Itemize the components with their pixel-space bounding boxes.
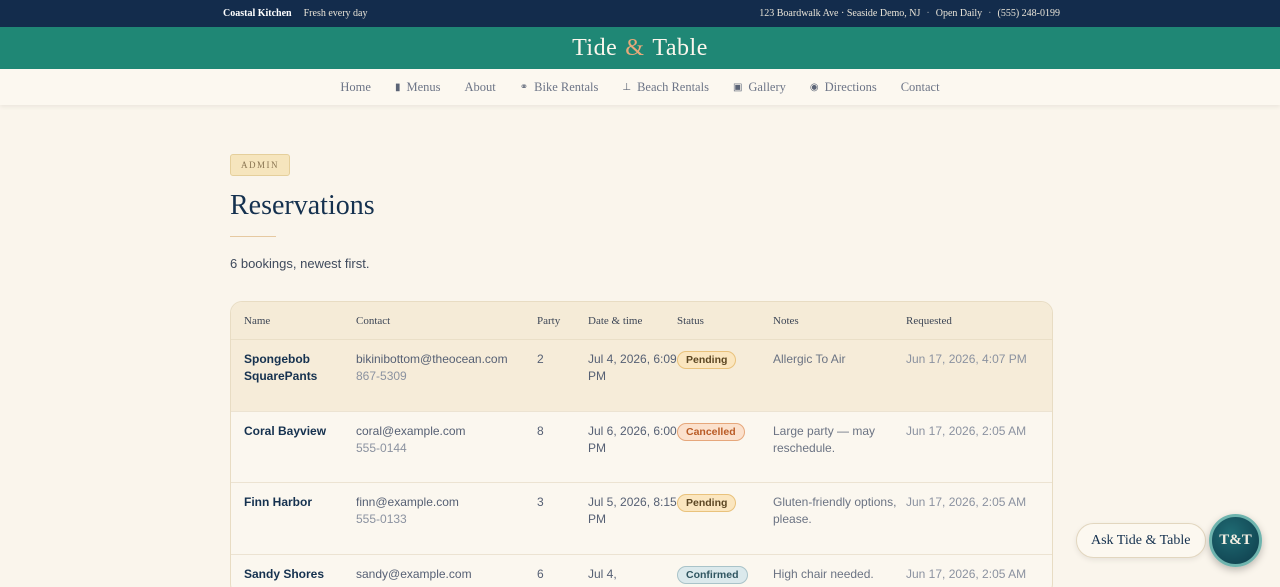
header-party: Party bbox=[537, 314, 561, 327]
nav-label: Gallery bbox=[748, 79, 786, 94]
header-status: Status bbox=[677, 314, 704, 327]
main-nav: Home ▮ Menus About ⚭ Bike Rentals ⊥ Beach R… bbox=[0, 69, 1280, 105]
table-row[interactable]: Sandy Shores sandy@example.com 6 Jul 4, … bbox=[231, 555, 1052, 587]
title-divider bbox=[230, 236, 276, 237]
cell-party: 2 bbox=[537, 352, 544, 366]
cell-date: Jul 4, 2026, 6:09 PM bbox=[588, 352, 677, 383]
cell-requested: Jun 17, 2026, 4:07 PM bbox=[906, 352, 1027, 366]
image-icon: ▣ bbox=[732, 81, 743, 93]
nav-bike-rentals[interactable]: ⚭ Bike Rentals bbox=[520, 80, 599, 95]
bike-icon: ⚭ bbox=[519, 81, 529, 93]
nav-label: About bbox=[464, 79, 496, 94]
header-date: Date & time bbox=[588, 314, 643, 327]
site-logo-banner[interactable]: Tide & Table bbox=[0, 27, 1280, 69]
cell-phone: 555-0144 bbox=[356, 441, 407, 455]
cell-phone: 867-5309 bbox=[356, 369, 407, 383]
address: 123 Boardwalk Ave · Seaside Demo, NJ bbox=[759, 8, 921, 19]
cell-name: Finn Harbor bbox=[244, 495, 312, 509]
ask-assistant-button[interactable]: Ask Tide & Table bbox=[1076, 523, 1206, 558]
nav-contact[interactable]: Contact bbox=[901, 80, 940, 95]
cell-date: Jul 6, 2026, 6:00 PM bbox=[588, 424, 677, 455]
hours: Open Daily bbox=[935, 8, 983, 19]
logo-text-right: Table bbox=[652, 34, 708, 61]
header-contact: Contact bbox=[356, 314, 391, 327]
umbrella-icon: ⊥ bbox=[622, 81, 632, 93]
nav-label: Home bbox=[340, 79, 371, 94]
status-badge: Pending bbox=[677, 494, 737, 512]
cell-party: 3 bbox=[537, 495, 544, 509]
separator: · bbox=[926, 8, 930, 19]
cell-email[interactable]: coral@example.com bbox=[356, 423, 537, 440]
tagline: Fresh every day bbox=[303, 8, 368, 19]
cell-date: Jul 5, 2026, 8:15 PM bbox=[588, 495, 677, 526]
menu-book-icon: ▮ bbox=[394, 81, 401, 93]
page-subtitle: 6 bookings, newest first. bbox=[230, 256, 370, 271]
cell-contact: coral@example.com 555-0144 bbox=[356, 423, 537, 482]
page-title: Reservations bbox=[230, 190, 375, 221]
nav-label: Bike Rentals bbox=[534, 79, 599, 94]
main-content: ADMIN Reservations 6 bookings, newest fi… bbox=[230, 154, 1053, 587]
header-name: Name bbox=[244, 314, 271, 327]
nav-home[interactable]: Home bbox=[340, 80, 371, 95]
brand-name: Coastal Kitchen bbox=[223, 8, 292, 19]
status-badge: Confirmed bbox=[677, 566, 748, 584]
nav-label: Menus bbox=[406, 79, 441, 94]
nav-gallery[interactable]: ▣ Gallery bbox=[733, 80, 786, 95]
status-badge: Cancelled bbox=[677, 423, 745, 441]
nav-directions[interactable]: ◉ Directions bbox=[810, 80, 877, 95]
cell-email[interactable]: bikinibottom@theocean.com bbox=[356, 351, 537, 368]
map-pin-icon: ◉ bbox=[809, 81, 819, 93]
top-info-bar: Coastal Kitchen Fresh every day 123 Boar… bbox=[0, 0, 1280, 27]
table-row[interactable]: Spongebob SquarePants bikinibottom@theoc… bbox=[231, 340, 1052, 412]
logo-text-left: Tide bbox=[572, 34, 618, 61]
assistant-avatar-button[interactable]: T&T bbox=[1209, 514, 1262, 567]
cell-requested: Jun 17, 2026, 2:05 AM bbox=[906, 567, 1027, 581]
nav-label: Directions bbox=[824, 79, 877, 94]
nav-about[interactable]: About bbox=[465, 80, 496, 95]
table-header: Name Contact Party Date & time Status No… bbox=[231, 302, 1052, 340]
cell-contact: finn@example.com 555-0133 bbox=[356, 494, 537, 554]
cell-notes: High chair needed. bbox=[773, 567, 874, 581]
cell-email[interactable]: finn@example.com bbox=[356, 494, 537, 511]
cell-notes: Large party — may reschedule. bbox=[773, 424, 876, 455]
phone-link[interactable]: (555) 248-0199 bbox=[998, 8, 1061, 19]
nav-menus[interactable]: ▮ Menus bbox=[395, 80, 441, 95]
cell-contact: bikinibottom@theocean.com 867-5309 bbox=[356, 351, 537, 411]
cell-notes: Allergic To Air bbox=[773, 352, 846, 366]
cell-phone: 555-0133 bbox=[356, 512, 407, 526]
nav-label: Beach Rentals bbox=[637, 79, 709, 94]
nav-label: Contact bbox=[900, 79, 940, 94]
table-row[interactable]: Coral Bayview coral@example.com 555-0144… bbox=[231, 412, 1052, 483]
cell-name: Sandy Shores bbox=[244, 567, 325, 581]
cell-requested: Jun 17, 2026, 2:05 AM bbox=[906, 495, 1027, 509]
table-row[interactable]: Finn Harbor finn@example.com 555-0133 3 … bbox=[231, 483, 1052, 555]
separator: · bbox=[988, 8, 992, 19]
cell-name: Coral Bayview bbox=[244, 424, 327, 438]
logo-ampersand: & bbox=[625, 34, 645, 61]
cell-party: 8 bbox=[537, 424, 544, 438]
cell-notes: Gluten-friendly options, please. bbox=[773, 495, 897, 526]
header-requested: Requested bbox=[906, 314, 952, 327]
status-badge: Pending bbox=[677, 351, 737, 369]
nav-beach-rentals[interactable]: ⊥ Beach Rentals bbox=[622, 80, 709, 95]
cell-date: Jul 4, bbox=[588, 567, 617, 581]
cell-contact: sandy@example.com bbox=[356, 566, 537, 587]
admin-badge: ADMIN bbox=[230, 154, 290, 176]
reservations-table: Name Contact Party Date & time Status No… bbox=[230, 301, 1053, 587]
cell-party: 6 bbox=[537, 567, 544, 581]
cell-requested: Jun 17, 2026, 2:05 AM bbox=[906, 424, 1027, 438]
cell-email[interactable]: sandy@example.com bbox=[356, 566, 537, 583]
header-notes: Notes bbox=[773, 314, 799, 327]
cell-name: Spongebob SquarePants bbox=[244, 352, 318, 383]
